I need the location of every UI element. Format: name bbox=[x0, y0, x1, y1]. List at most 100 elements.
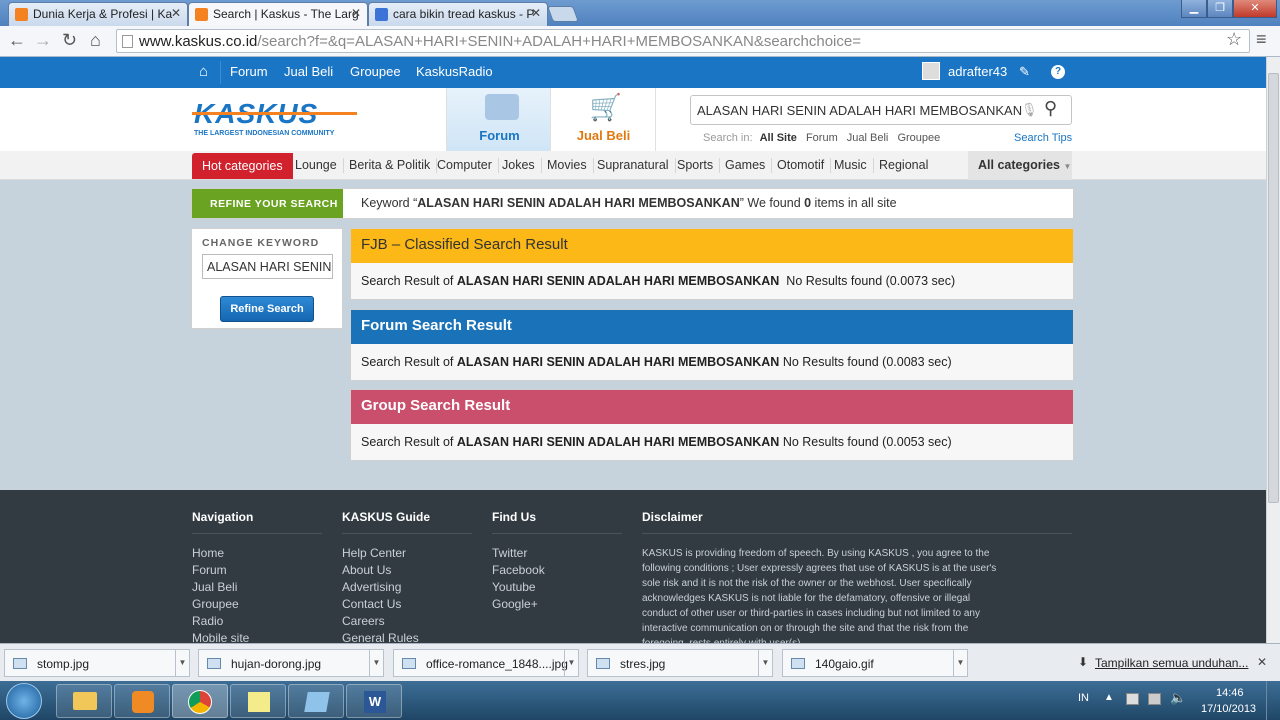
close-tab-icon[interactable]: ✕ bbox=[351, 6, 361, 20]
browser-tab-active[interactable]: Search | Kaskus - The Larg ✕ bbox=[188, 2, 368, 26]
download-item[interactable]: stres.jpg ▼ bbox=[587, 649, 773, 677]
category-otomotif[interactable]: Otomotif bbox=[771, 158, 832, 173]
all-categories-dropdown[interactable]: All categories ▼ bbox=[968, 151, 1072, 180]
footer-link-about-us[interactable]: About Us bbox=[342, 562, 419, 579]
close-tab-icon[interactable]: ✕ bbox=[171, 6, 181, 20]
language-indicator[interactable]: IN bbox=[1078, 692, 1089, 704]
close-tab-icon[interactable]: ✕ bbox=[531, 6, 541, 20]
username-link[interactable]: adrafter43 bbox=[948, 64, 1007, 79]
show-all-downloads-link[interactable]: Tampilkan semua unduhan... bbox=[1095, 656, 1248, 670]
footer-link-home[interactable]: Home bbox=[192, 545, 249, 562]
topnav-jual-beli[interactable]: Jual Beli bbox=[284, 64, 333, 79]
topnav-kaskusradio[interactable]: KaskusRadio bbox=[416, 64, 493, 79]
address-bar[interactable]: www.kaskus.co.id/search?f=&q=ALASAN+HARI… bbox=[116, 29, 1250, 53]
footer-link-forum[interactable]: Forum bbox=[192, 562, 249, 579]
kaskus-logo[interactable]: KASKUS THE LARGEST INDONESIAN COMMUNITY bbox=[192, 100, 357, 137]
footer-link-jual-beli[interactable]: Jual Beli bbox=[192, 579, 249, 596]
footer-link-groupee[interactable]: Groupee bbox=[192, 596, 249, 613]
footer-link-contact-us[interactable]: Contact Us bbox=[342, 596, 419, 613]
chevron-down-icon[interactable]: ▼ bbox=[369, 650, 383, 676]
header-search-input[interactable]: ALASAN HARI SENIN ADALAH HARI MEMBOSANKA… bbox=[697, 103, 1022, 118]
search-tips-link[interactable]: Search Tips bbox=[1014, 132, 1072, 144]
category-regional[interactable]: Regional bbox=[873, 158, 934, 173]
topnav-forum[interactable]: Forum bbox=[230, 64, 268, 79]
browser-tab[interactable]: cara bikin tread kaskus - P ✕ bbox=[368, 2, 548, 26]
clock-date[interactable]: 17/10/2013 bbox=[1201, 703, 1256, 715]
taskbar-app[interactable] bbox=[288, 684, 344, 718]
header-tab-jual-beli[interactable]: 🛒 Jual Beli bbox=[551, 88, 656, 151]
show-desktop-button[interactable] bbox=[1266, 681, 1280, 720]
home-icon[interactable]: ⌂ bbox=[199, 63, 208, 80]
chevron-down-icon[interactable]: ▼ bbox=[175, 650, 189, 676]
download-item[interactable]: hujan-dorong.jpg ▼ bbox=[198, 649, 384, 677]
close-downloads-icon[interactable]: ✕ bbox=[1257, 655, 1267, 669]
menu-icon[interactable]: ≡ bbox=[1256, 29, 1267, 49]
taskbar-media-player[interactable] bbox=[114, 684, 170, 718]
footer-link-facebook[interactable]: Facebook bbox=[492, 562, 545, 579]
kaskus-favicon-icon bbox=[195, 8, 208, 21]
category-games[interactable]: Games bbox=[719, 158, 773, 173]
browser-tab[interactable]: Dunia Kerja & Profesi | Ka ✕ bbox=[8, 2, 188, 26]
taskbar-explorer[interactable] bbox=[56, 684, 112, 718]
category-movies[interactable]: Movies bbox=[541, 158, 594, 173]
download-item[interactable]: office-romance_1848....jpg ▼ bbox=[393, 649, 579, 677]
search-option-all-site[interactable]: All Site bbox=[760, 132, 797, 144]
footer-link-general-rules[interactable]: General Rules bbox=[342, 630, 419, 643]
forum-result-panel: Forum Search Result Search Result of ALA… bbox=[350, 309, 1074, 381]
category-sports[interactable]: Sports bbox=[671, 158, 721, 173]
change-keyword-input[interactable]: ALASAN HARI SENIN bbox=[202, 254, 333, 279]
back-icon[interactable]: ← bbox=[8, 30, 26, 50]
footer-link-radio[interactable]: Radio bbox=[192, 613, 249, 630]
footer-link-help-center[interactable]: Help Center bbox=[342, 545, 419, 562]
footer-link-google-plus[interactable]: Google+ bbox=[492, 596, 545, 613]
download-item[interactable]: 140gaio.gif ▼ bbox=[782, 649, 968, 677]
chevron-down-icon[interactable]: ▼ bbox=[564, 650, 578, 676]
microphone-icon[interactable]: 🎙 bbox=[1021, 102, 1038, 118]
start-button[interactable] bbox=[6, 683, 42, 719]
maximize-button[interactable]: ❐ bbox=[1207, 0, 1233, 18]
search-option-forum[interactable]: Forum bbox=[806, 132, 838, 144]
downloads-bar: stomp.jpg ▼ hujan-dorong.jpg ▼ office-roma… bbox=[0, 643, 1280, 681]
chevron-down-icon[interactable]: ▼ bbox=[758, 650, 772, 676]
category-berita-politik[interactable]: Berita & Politik bbox=[343, 158, 438, 173]
header-tab-forum[interactable]: Forum bbox=[446, 88, 551, 151]
clock-time[interactable]: 14:46 bbox=[1216, 687, 1244, 699]
edit-pencil-icon[interactable]: ✎ bbox=[1019, 64, 1030, 80]
category-music[interactable]: Music bbox=[828, 158, 874, 173]
bookmark-star-icon[interactable]: ☆ bbox=[1226, 29, 1242, 49]
home-icon[interactable]: ⌂ bbox=[90, 30, 101, 50]
footer-link-twitter[interactable]: Twitter bbox=[492, 545, 545, 562]
footer-link-mobile-site[interactable]: Mobile site bbox=[192, 630, 249, 643]
search-option-groupee[interactable]: Groupee bbox=[897, 132, 940, 144]
help-icon[interactable]: ? bbox=[1051, 65, 1065, 79]
category-supranatural[interactable]: Supranatural bbox=[591, 158, 676, 173]
footer-link-careers[interactable]: Careers bbox=[342, 613, 419, 630]
reload-icon[interactable]: ↻ bbox=[62, 30, 77, 50]
taskbar-chrome[interactable] bbox=[172, 684, 228, 718]
category-jokes[interactable]: Jokes bbox=[496, 158, 542, 173]
taskbar-sticky-notes[interactable] bbox=[230, 684, 286, 718]
scrollbar-thumb[interactable] bbox=[1268, 73, 1279, 503]
chevron-down-icon[interactable]: ▼ bbox=[953, 650, 967, 676]
network-icon[interactable] bbox=[1148, 693, 1161, 705]
download-item[interactable]: stomp.jpg ▼ bbox=[4, 649, 190, 677]
page-scrollbar[interactable] bbox=[1266, 57, 1280, 643]
close-window-button[interactable]: ✕ bbox=[1233, 0, 1277, 18]
volume-icon[interactable]: 🔈 bbox=[1170, 690, 1186, 706]
topnav-groupee[interactable]: Groupee bbox=[350, 64, 401, 79]
tray-expand-icon[interactable]: ▲ bbox=[1104, 692, 1114, 703]
search-option-jual-beli[interactable]: Jual Beli bbox=[847, 132, 889, 144]
forward-icon[interactable]: → bbox=[34, 30, 52, 50]
new-tab-button[interactable] bbox=[547, 6, 579, 22]
footer-link-advertising[interactable]: Advertising bbox=[342, 579, 419, 596]
category-hot[interactable]: Hot categories bbox=[192, 153, 293, 179]
search-icon[interactable]: ⚲ bbox=[1044, 98, 1057, 119]
refine-search-button[interactable]: Refine Search bbox=[220, 296, 314, 322]
category-computer[interactable]: Computer bbox=[431, 158, 499, 173]
action-center-icon[interactable] bbox=[1126, 693, 1139, 705]
minimize-button[interactable]: ▁ bbox=[1181, 0, 1207, 18]
avatar[interactable] bbox=[922, 62, 940, 80]
footer-link-youtube[interactable]: Youtube bbox=[492, 579, 545, 596]
category-lounge[interactable]: Lounge bbox=[289, 158, 344, 173]
taskbar-word[interactable]: W bbox=[346, 684, 402, 718]
